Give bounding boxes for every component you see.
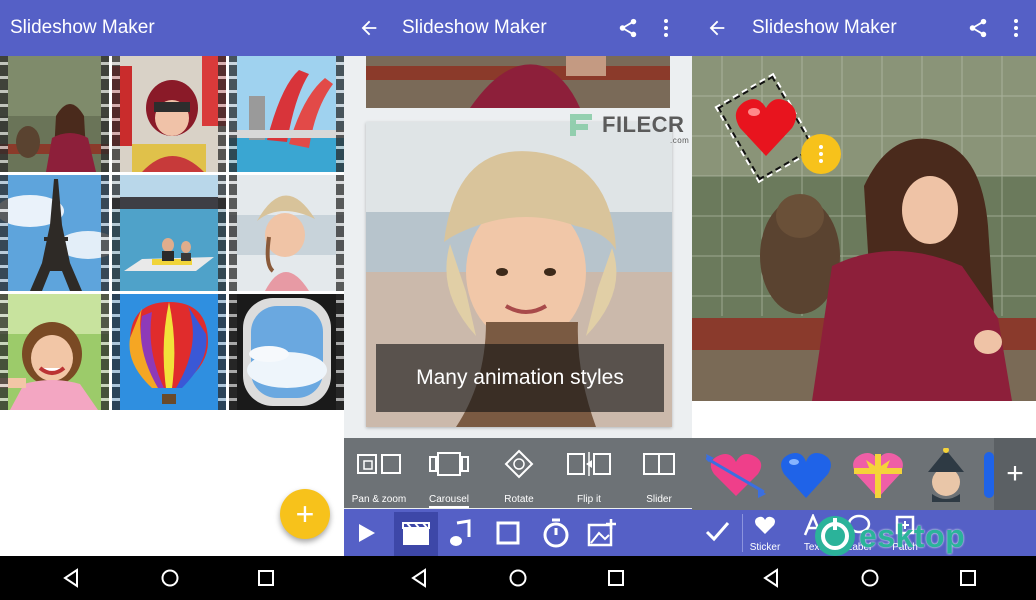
app-bar: Slideshow Maker [0, 0, 344, 56]
photo-tile[interactable] [229, 175, 344, 291]
music-note-icon[interactable] [444, 517, 476, 549]
tool-label: Sticker [749, 542, 781, 553]
play-icon[interactable] [350, 517, 382, 549]
pan-zoom-icon [346, 448, 412, 480]
nav-back-icon[interactable] [62, 568, 82, 588]
sticker-picker: + [692, 438, 1036, 510]
desktop-watermark: esktop [815, 516, 965, 556]
crop-frame-icon[interactable] [492, 517, 524, 549]
anim-label: Rotate [504, 494, 534, 505]
clapperboard-icon[interactable] [394, 512, 438, 556]
app-title: Slideshow Maker [10, 17, 155, 38]
back-arrow-icon[interactable] [706, 17, 728, 39]
animation-screen: Slideshow Maker Many animation styles FI… [344, 0, 692, 556]
app-bar: Slideshow Maker [344, 0, 692, 56]
sticker-options-button[interactable] [801, 134, 841, 174]
previous-slide-photo [366, 56, 670, 108]
anim-label: Carousel [428, 494, 470, 508]
share-icon[interactable] [616, 16, 640, 40]
anim-carousel[interactable]: Carousel [416, 448, 482, 508]
photo-tile[interactable] [229, 56, 344, 172]
photo-tile[interactable] [112, 294, 226, 410]
slider-icon [626, 448, 692, 480]
photo-hot-air-balloon [112, 294, 226, 410]
photo-jet-ski [112, 175, 226, 291]
rotate-icon [486, 448, 552, 480]
tool-sticker[interactable]: Sticker [740, 514, 790, 553]
photo-waterslide [229, 56, 344, 172]
animation-style-strip: Pan & zoom Carousel Rotate Flip it Slide… [344, 438, 692, 508]
photo-grid [0, 56, 344, 410]
nav-home-icon[interactable] [508, 568, 528, 588]
photo-laughing-girl [0, 294, 109, 410]
more-vert-icon[interactable] [1004, 16, 1028, 40]
anim-label: Pan & zoom [351, 494, 407, 505]
desktop-logo-icon [815, 516, 855, 556]
desktop-watermark-text: esktop [859, 517, 966, 554]
anim-rotate[interactable]: Rotate [486, 448, 552, 506]
carousel-icon [416, 448, 482, 480]
slide-editor-canvas[interactable] [692, 56, 1036, 401]
nav-recents-icon[interactable] [606, 568, 626, 588]
photo-child-helmet [112, 56, 226, 172]
add-icon: + [295, 495, 315, 532]
nav-home-icon[interactable] [860, 568, 880, 588]
photo-tile[interactable] [229, 294, 344, 410]
blue-heart-sticker[interactable] [778, 448, 834, 502]
editor-toolbar [344, 509, 692, 556]
anim-pan-zoom[interactable]: Pan & zoom [346, 448, 412, 506]
nav-recents-icon[interactable] [958, 568, 978, 588]
photo-tile[interactable] [112, 175, 226, 291]
photo-tile[interactable] [0, 294, 109, 410]
nav-recents-icon[interactable] [256, 568, 276, 588]
anim-slider[interactable]: Slider [626, 448, 692, 506]
anim-label: Slider [646, 494, 672, 505]
photo-tile[interactable] [0, 175, 109, 291]
gift-heart-sticker[interactable] [850, 448, 906, 502]
filecr-watermark: FILECR .com [566, 110, 689, 145]
nav-back-icon[interactable] [410, 568, 430, 588]
photo-girl-sun-hat [229, 175, 344, 291]
add-icon: + [1006, 457, 1024, 490]
photo-eiffel-tower [0, 175, 109, 291]
timer-icon[interactable] [540, 517, 572, 549]
photo-tile[interactable] [112, 56, 226, 172]
sticker-screen: Slideshow Maker + Sticker Text Label Pat… [692, 0, 1036, 556]
filecr-logo-icon [570, 114, 592, 136]
nav-back-icon[interactable] [762, 568, 782, 588]
partial-sticker[interactable] [984, 452, 994, 498]
photo-girl-with-bear [0, 56, 109, 172]
nav-home-icon[interactable] [160, 568, 180, 588]
app-bar: Slideshow Maker [692, 0, 1036, 56]
more-vert-icon[interactable] [654, 16, 678, 40]
photo-tile[interactable] [0, 56, 109, 172]
more-vert-icon [819, 145, 823, 163]
add-photo-icon[interactable] [586, 517, 618, 549]
slide-preview: Many animation styles [366, 122, 672, 427]
add-sticker-button[interactable]: + [994, 438, 1036, 510]
screenshot-collage: Slideshow Maker + Slideshow Maker Many a… [0, 0, 1036, 600]
confirm-check-icon[interactable] [692, 518, 742, 549]
heart-icon [755, 516, 775, 534]
anim-flip-it[interactable]: Flip it [556, 448, 622, 506]
add-fab[interactable]: + [280, 489, 330, 539]
app-title: Slideshow Maker [402, 17, 547, 38]
anim-label: Flip it [577, 494, 601, 505]
system-nav-bar [0, 556, 1036, 600]
share-icon[interactable] [966, 16, 990, 40]
app-title: Slideshow Maker [752, 17, 897, 38]
slide-caption: Many animation styles [376, 344, 664, 412]
heart-arrow-sticker[interactable] [705, 448, 766, 502]
jester-sticker[interactable] [918, 447, 974, 502]
back-arrow-icon[interactable] [358, 17, 380, 39]
gallery-screen: Slideshow Maker + [0, 0, 344, 556]
photo-airplane-window [229, 294, 344, 410]
flip-icon [556, 448, 622, 480]
